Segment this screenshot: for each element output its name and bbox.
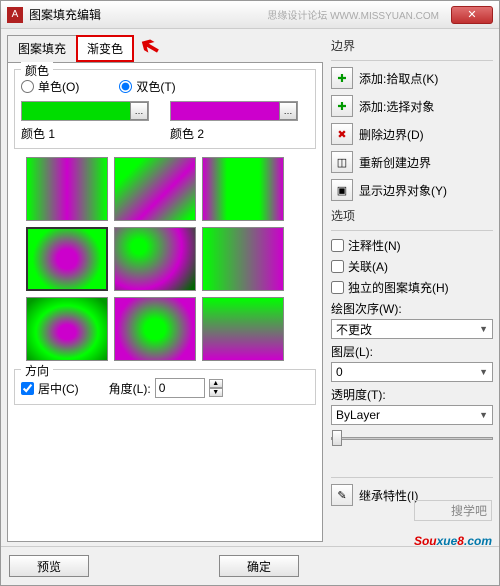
- titlebar: A 图案填充编辑 思缘设计论坛 WWW.MISSYUAN.COM ✕: [1, 1, 499, 29]
- radio-two-color[interactable]: 双色(T): [119, 78, 175, 95]
- angle-input[interactable]: [155, 378, 205, 398]
- direction-group: 方向 居中(C) 角度(L): ▲ ▼: [14, 369, 316, 405]
- associative-checkbox[interactable]: 关联(A): [331, 258, 493, 275]
- draw-order-label: 绘图次序(W):: [331, 300, 493, 317]
- add-pick-point-icon[interactable]: ✚: [331, 67, 353, 89]
- layer-select[interactable]: 0▼: [331, 362, 493, 382]
- boundary-title: 边界: [331, 37, 493, 54]
- tab-gradient[interactable]: 渐变色: [76, 35, 134, 62]
- gradient-preset-8[interactable]: [114, 297, 196, 361]
- boundary-section: 边界 ✚添加:拾取点(K) ✚添加:选择对象 ✖删除边界(D) ◫重新创建边界 …: [331, 37, 493, 201]
- gradient-preset-1[interactable]: [26, 157, 108, 221]
- add-select-label[interactable]: 添加:选择对象: [359, 98, 434, 115]
- color2-label: 颜色 2: [170, 125, 309, 142]
- options-section: 选项 注释性(N) 关联(A) 独立的图案填充(H) 绘图次序(W): 不更改▼…: [331, 207, 493, 506]
- remove-boundary-icon[interactable]: ✖: [331, 123, 353, 145]
- gradient-preset-4[interactable]: [26, 227, 108, 291]
- ok-button[interactable]: 确定: [219, 555, 299, 577]
- color1-swatch[interactable]: …: [21, 101, 149, 121]
- transparency-slider[interactable]: [331, 429, 493, 447]
- color-group-title: 颜色: [21, 62, 53, 79]
- chevron-down-icon: ▼: [479, 367, 488, 377]
- logo-watermark: 搜学吧 Souxue8.com: [414, 500, 492, 552]
- color-group: 颜色 单色(O) 双色(T) … 颜色 1: [14, 69, 316, 149]
- radio-single-color[interactable]: 单色(O): [21, 78, 79, 95]
- chevron-down-icon: ▼: [479, 324, 488, 334]
- inherit-label[interactable]: 继承特性(I): [359, 487, 418, 504]
- annotative-checkbox[interactable]: 注释性(N): [331, 237, 493, 254]
- color1-label: 颜色 1: [21, 125, 160, 142]
- add-select-icon[interactable]: ✚: [331, 95, 353, 117]
- angle-up[interactable]: ▲: [209, 379, 223, 388]
- transparency-label: 透明度(T):: [331, 386, 493, 403]
- inherit-icon[interactable]: ✎: [331, 484, 353, 506]
- preview-button[interactable]: 预览: [9, 555, 89, 577]
- angle-label: 角度(L):: [109, 380, 151, 397]
- left-panel: 颜色 单色(O) 双色(T) … 颜色 1: [7, 62, 323, 542]
- angle-down[interactable]: ▼: [209, 388, 223, 397]
- show-boundary-label[interactable]: 显示边界对象(Y): [359, 182, 447, 199]
- tab-pattern[interactable]: 图案填充: [7, 35, 77, 62]
- draw-order-select[interactable]: 不更改▼: [331, 319, 493, 339]
- hatch-edit-dialog: A 图案填充编辑 思缘设计论坛 WWW.MISSYUAN.COM ✕ 图案填充 …: [0, 0, 500, 586]
- gradient-preset-9[interactable]: [202, 297, 284, 361]
- show-boundary-icon[interactable]: ▣: [331, 179, 353, 201]
- layer-label: 图层(L):: [331, 343, 493, 360]
- color1-picker-button[interactable]: …: [130, 102, 148, 120]
- gradient-preset-7[interactable]: [26, 297, 108, 361]
- gradient-preset-3[interactable]: [202, 157, 284, 221]
- gradient-preset-6[interactable]: [202, 227, 284, 291]
- recreate-boundary-label[interactable]: 重新创建边界: [359, 154, 431, 171]
- close-button[interactable]: ✕: [451, 6, 493, 24]
- color2-picker-button[interactable]: …: [279, 102, 297, 120]
- center-checkbox[interactable]: 居中(C): [21, 380, 79, 397]
- color2-swatch[interactable]: …: [170, 101, 298, 121]
- transparency-select[interactable]: ByLayer▼: [331, 405, 493, 425]
- recreate-boundary-icon[interactable]: ◫: [331, 151, 353, 173]
- watermark-text: 思缘设计论坛 WWW.MISSYUAN.COM: [267, 7, 439, 22]
- remove-boundary-label[interactable]: 删除边界(D): [359, 126, 424, 143]
- chevron-down-icon: ▼: [479, 410, 488, 420]
- independent-checkbox[interactable]: 独立的图案填充(H): [331, 279, 493, 296]
- app-icon: A: [7, 7, 23, 23]
- gradient-preset-2[interactable]: [114, 157, 196, 221]
- direction-group-title: 方向: [21, 362, 53, 379]
- gradient-preset-grid: [26, 157, 316, 361]
- gradient-preset-5[interactable]: [114, 227, 196, 291]
- add-pick-point-label[interactable]: 添加:拾取点(K): [359, 70, 438, 87]
- options-title: 选项: [331, 207, 493, 224]
